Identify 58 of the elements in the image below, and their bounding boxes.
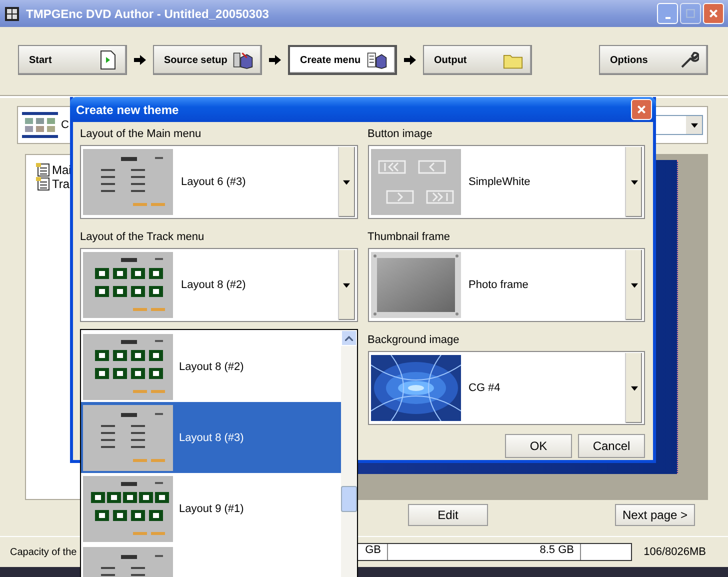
dropdown[interactable]: Layout 8 (#2)	[80, 248, 358, 322]
list-item[interactable]: Layout 8 (#3)	[81, 402, 341, 473]
arrow-icon	[269, 55, 281, 65]
cancel-button[interactable]: Cancel	[578, 434, 645, 458]
step-button[interactable]: Create menu	[288, 45, 397, 75]
edit-button[interactable]: Edit	[408, 504, 488, 526]
dropdown[interactable]: Layout 6 (#3)	[80, 145, 358, 219]
scroll-up-button[interactable]	[341, 330, 357, 346]
field-label: Background image	[368, 334, 460, 347]
close-button[interactable]	[631, 99, 652, 120]
wrench-icon	[679, 50, 699, 70]
maximize-button[interactable]	[680, 3, 701, 24]
list-item[interactable]: Layout 8 (#2)	[81, 331, 341, 402]
tree-item[interactable]: Tra	[52, 177, 70, 191]
document-box-icon	[367, 50, 387, 70]
document-icon	[36, 177, 50, 191]
caret-icon	[343, 282, 350, 288]
close-icon	[636, 104, 647, 115]
field-label: Thumbnail frame	[368, 231, 452, 244]
scrollbar[interactable]	[341, 330, 357, 577]
theme-thumbnail-drawing	[22, 112, 58, 138]
maximize-icon	[685, 8, 696, 19]
document-icon	[36, 163, 50, 177]
list-item[interactable]: Layout 9 (#1)	[81, 473, 341, 544]
ok-button[interactable]: OK	[505, 434, 572, 458]
size-readout: 106/8026MB	[644, 546, 706, 558]
arrow-icon	[404, 55, 416, 65]
disc-capacity: 8.5 GB	[388, 544, 581, 560]
capacity-label: Capacity of the	[10, 546, 78, 558]
caret-icon	[630, 386, 638, 390]
field-label: Layout of the Track menu	[80, 231, 206, 244]
minimize-button[interactable]	[657, 3, 678, 24]
dropdown[interactable]: CG #4	[368, 351, 645, 425]
caret-icon	[630, 180, 638, 184]
dropdown[interactable]: SimpleWhite	[368, 145, 645, 219]
window-title: TMPGEnc DVD Author - Untitled_20050303	[26, 6, 269, 20]
caret-icon	[345, 336, 353, 340]
scroll-thumb[interactable]	[341, 486, 357, 512]
theme-name: C	[61, 119, 69, 131]
step-button[interactable]: Start	[18, 45, 127, 75]
page-icon	[98, 50, 118, 70]
close-button[interactable]	[703, 3, 724, 24]
field-label: Layout of the Main menu	[80, 128, 202, 141]
step-button[interactable]: Output	[423, 45, 532, 75]
dropdown-button[interactable]	[686, 116, 702, 134]
arrow-icon	[134, 55, 146, 65]
next-page-button[interactable]: Next page >	[615, 504, 695, 526]
caret-icon	[343, 180, 350, 184]
caret-icon	[630, 282, 638, 288]
field-label: Button image	[368, 128, 434, 141]
options-button[interactable]: Options	[599, 45, 708, 75]
film-box-icon	[233, 50, 253, 70]
dropdown[interactable]: Photo frame	[368, 248, 645, 322]
step-button[interactable]: Source setup	[153, 45, 262, 75]
minimize-icon	[664, 16, 670, 18]
close-icon	[708, 8, 719, 19]
caret-icon	[690, 122, 698, 128]
dialog-title: Create new theme	[76, 102, 179, 116]
